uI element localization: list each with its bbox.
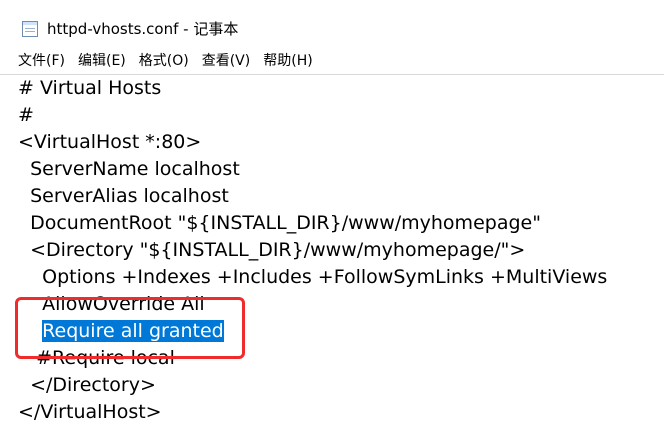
- menu-format[interactable]: 格式(O): [139, 50, 189, 70]
- menu-edit[interactable]: 编辑(E): [78, 50, 126, 70]
- menu-view[interactable]: 查看(V): [202, 50, 251, 70]
- code-line-12: </Directory>: [18, 374, 156, 396]
- code-line-9: AllowOverride All: [18, 293, 205, 315]
- code-line-13: </VirtualHost>: [18, 401, 162, 423]
- code-line-11: #Require local: [18, 347, 175, 369]
- code-line-3: <VirtualHost *:80>: [18, 131, 202, 153]
- selected-text[interactable]: Require all granted: [42, 320, 224, 342]
- window-title: httpd-vhosts.conf - 记事本: [47, 20, 239, 38]
- code-line-10: Require all granted: [18, 318, 224, 345]
- code-line-8: Options +Indexes +Includes +FollowSymLin…: [18, 266, 608, 288]
- code-line-1: # Virtual Hosts: [18, 77, 162, 99]
- text-editor-area[interactable]: # Virtual Hosts # <VirtualHost *:80> Ser…: [0, 74, 664, 445]
- notepad-window: httpd-vhosts.conf - 记事本 文件(F) 编辑(E) 格式(O…: [0, 0, 664, 445]
- code-line-4: ServerName localhost: [18, 158, 240, 180]
- menu-help[interactable]: 帮助(H): [263, 50, 312, 70]
- code-line-5: ServerAlias localhost: [18, 185, 229, 207]
- selection-indent: [18, 320, 42, 342]
- code-line-7: <Directory "${INSTALL_DIR}/www/myhomepag…: [18, 239, 526, 261]
- code-line-6: DocumentRoot "${INSTALL_DIR}/www/myhomep…: [18, 212, 541, 234]
- menu-file[interactable]: 文件(F): [18, 50, 65, 70]
- code-line-2: #: [18, 104, 34, 126]
- menu-bar: 文件(F) 编辑(E) 格式(O) 查看(V) 帮助(H): [0, 46, 664, 74]
- notepad-icon: [22, 21, 38, 37]
- title-bar: httpd-vhosts.conf - 记事本: [0, 0, 664, 46]
